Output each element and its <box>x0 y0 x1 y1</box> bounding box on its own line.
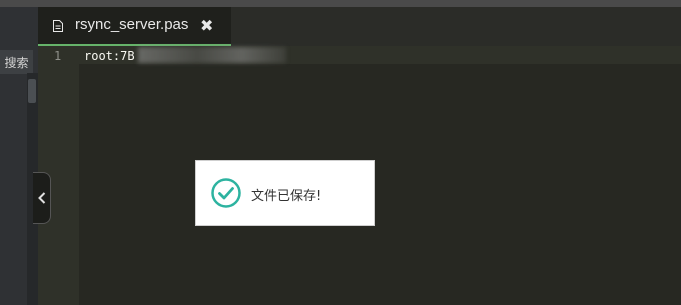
sidebar-scrollbar-thumb[interactable] <box>28 79 36 103</box>
tab-rsync-server[interactable]: rsync_server.pas ✖ <box>38 7 231 46</box>
file-doc-icon <box>53 20 63 32</box>
chevron-left-icon <box>37 192 45 204</box>
search-button[interactable]: 搜索 <box>0 50 33 74</box>
line-number: 1 <box>54 49 62 63</box>
tab-title: rsync_server.pas <box>75 16 189 33</box>
save-toast: 文件已保存! <box>195 160 375 226</box>
collapse-sidebar-button[interactable] <box>33 172 51 224</box>
redacted-text <box>138 47 286 63</box>
check-circle-icon <box>211 178 241 208</box>
close-icon[interactable]: ✖ <box>200 16 213 35</box>
code-line[interactable]: root:7B <box>84 49 135 63</box>
toast-message: 文件已保存! <box>251 189 322 204</box>
top-bar <box>0 0 681 7</box>
